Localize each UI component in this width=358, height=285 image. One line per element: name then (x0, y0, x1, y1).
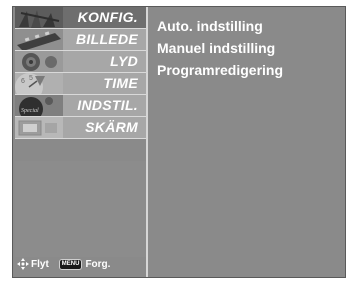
menu-key-icon: MENU (58, 258, 83, 270)
option-manual-tuning[interactable]: Manuel indstilling (157, 40, 275, 56)
back-label: Forg. (85, 258, 111, 270)
menu-item-label: SKÄRM (85, 119, 138, 135)
audio-speaker-icon (15, 51, 63, 72)
menu-item-time[interactable]: 6 5 TIME (15, 73, 146, 95)
option-auto-tuning[interactable]: Auto. indstilling (157, 18, 263, 34)
key-guide: Flyt MENU Forg. (17, 257, 110, 271)
setup-icon (15, 7, 63, 28)
menu-item-label: BILLEDE (76, 31, 138, 47)
menu-item-label: INDSTIL. (77, 97, 138, 113)
menu-sidebar: KONFIG. BILLEDE LYD 6 5 TIME Special IND… (13, 7, 148, 277)
menu-item-skarm[interactable]: SKÄRM (15, 117, 146, 139)
menu-item-billede[interactable]: BILLEDE (15, 29, 146, 51)
menu-item-label: LYD (110, 53, 138, 69)
menu-item-konfig[interactable]: KONFIG. (15, 7, 146, 29)
menu-item-label: KONFIG. (77, 9, 138, 25)
menu-item-label: TIME (103, 75, 138, 91)
svg-text:Special: Special (21, 108, 39, 114)
sidebar-empty-area (15, 161, 146, 257)
submenu-panel: Auto. indstilling Manuel indstilling Pro… (149, 7, 345, 277)
svg-text:5: 5 (29, 75, 33, 82)
clock-icon: 6 5 (15, 73, 63, 94)
menu-item-lyd[interactable]: LYD (15, 51, 146, 73)
svg-text:6: 6 (21, 78, 25, 85)
option-programme-edit[interactable]: Programredigering (157, 62, 283, 78)
move-arrows-icon (17, 258, 29, 270)
menu-item-indstil[interactable]: Special INDSTIL. (15, 95, 146, 117)
move-label: Flyt (31, 258, 49, 270)
picture-film-icon (15, 29, 63, 50)
screen-icon (15, 117, 63, 138)
tv-osd-screen: KONFIG. BILLEDE LYD 6 5 TIME Special IND… (12, 6, 346, 278)
option-special-icon: Special (15, 95, 63, 116)
